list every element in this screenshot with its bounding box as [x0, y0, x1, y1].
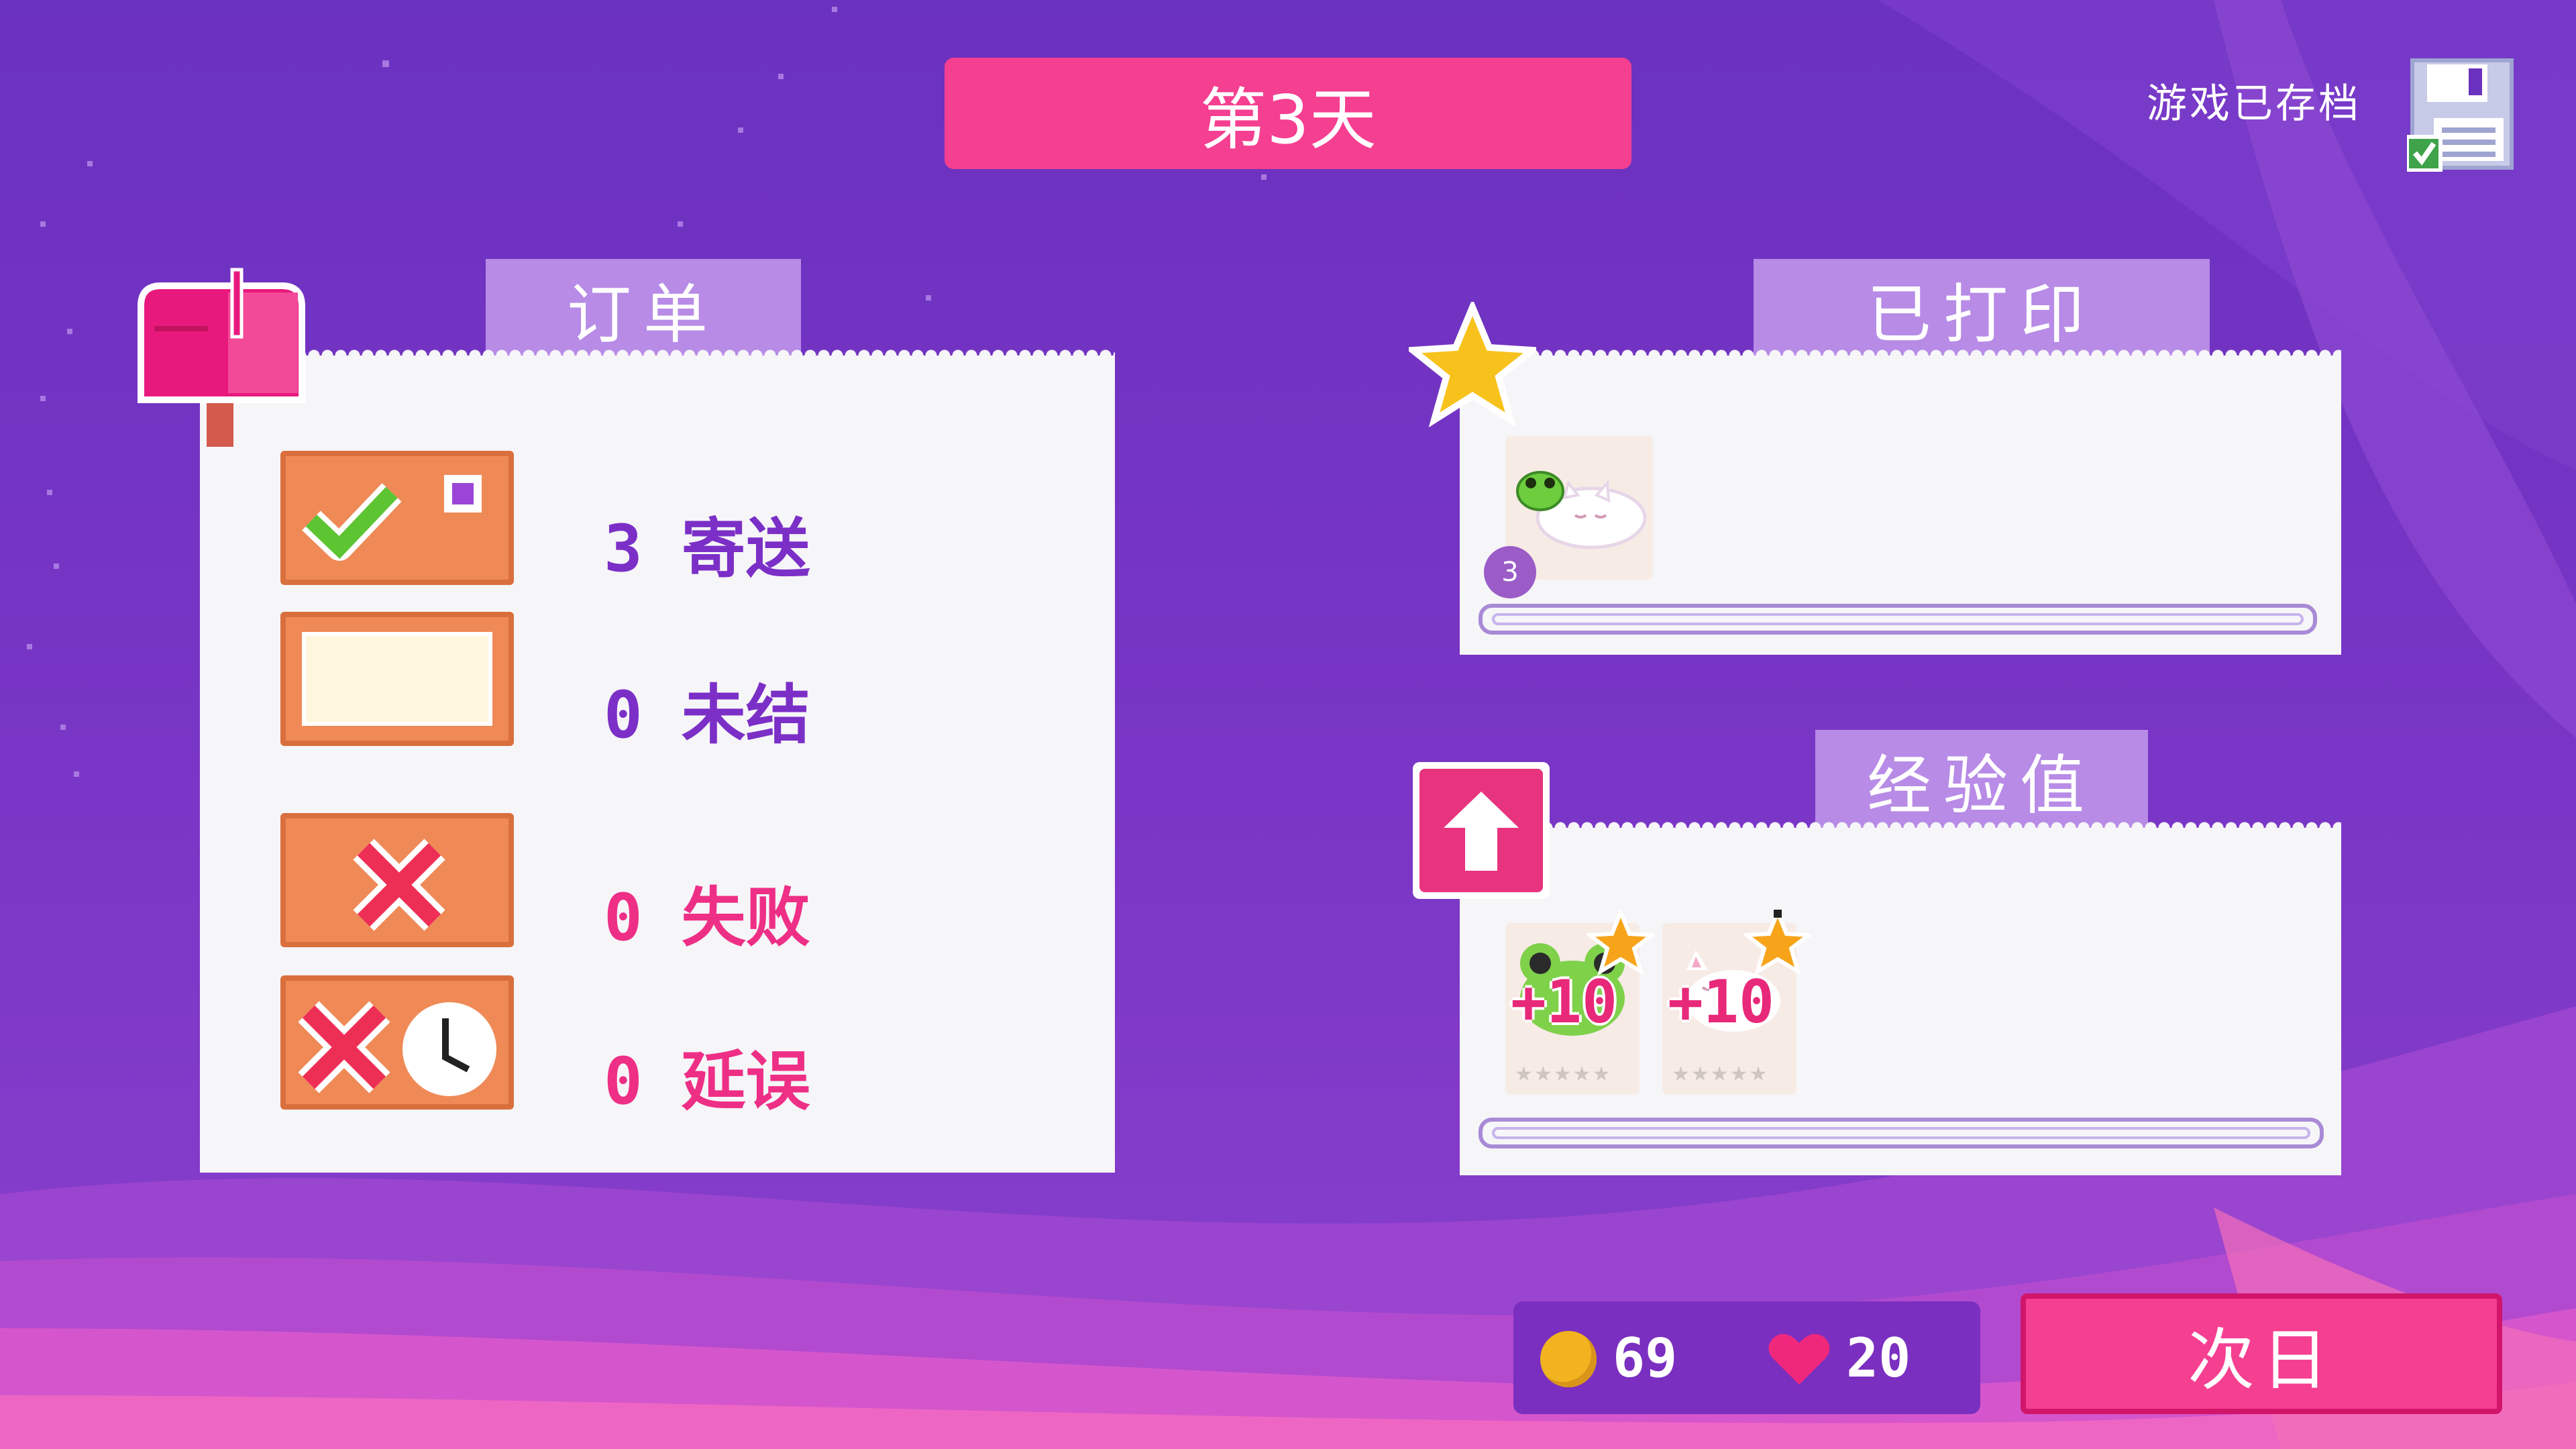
day-title: 第3天: [1199, 80, 1377, 159]
stat-row-late: 0 延误: [604, 1029, 810, 1122]
star-icon: [1409, 302, 1536, 428]
cat-xp-gain: +10: [1668, 967, 1774, 1036]
stat-row-failed: 0 失败: [604, 865, 810, 959]
late-count: 0: [604, 1044, 643, 1119]
printed-tab: 已打印: [1754, 259, 2210, 358]
pending-count: 0: [604, 678, 643, 753]
failed-icon-box: [280, 813, 514, 947]
delivered-label: 寄送: [681, 511, 810, 586]
mailbox-icon: [127, 259, 309, 447]
cross-icon: [353, 839, 445, 931]
check-icon: [302, 483, 402, 561]
heart-icon: [1768, 1334, 1830, 1385]
coin-count: 69: [1613, 1327, 1678, 1389]
star-icon: [1587, 910, 1654, 976]
star-icon: [1744, 910, 1811, 976]
printed-scrollbar[interactable]: [1479, 604, 2317, 635]
cross-icon: [298, 1001, 390, 1093]
clock-icon: [402, 1002, 496, 1096]
next-day-button[interactable]: 次日: [2021, 1293, 2502, 1414]
cat-rating: ★★★★★: [1672, 1063, 1769, 1086]
frog-rating: ★★★★★: [1515, 1063, 1612, 1086]
orders-title: 订单: [567, 276, 720, 352]
frog-xp-gain: +10: [1511, 967, 1617, 1036]
coin-icon: [1540, 1331, 1597, 1387]
day-title-banner: 第3天: [945, 58, 1631, 169]
printed-count-badge: 3: [1484, 546, 1536, 598]
xp-title: 经验值: [1867, 747, 2096, 823]
failed-count: 0: [604, 880, 643, 955]
floppy-disk-icon: [2405, 58, 2514, 172]
level-up-arrow-icon: [1413, 762, 1550, 899]
next-day-label: 次日: [2188, 1320, 2335, 1399]
printed-title: 已打印: [1867, 276, 2096, 352]
pending-icon-box: [280, 612, 514, 746]
stat-row-pending: 0 未结: [604, 663, 810, 756]
xp-scrollbar[interactable]: [1479, 1118, 2324, 1148]
xp-tab: 经验值: [1815, 730, 2148, 829]
frog-cat-sticker-icon: [1516, 471, 1647, 549]
delivered-count: 3: [604, 511, 643, 586]
late-icon-box: [280, 975, 514, 1110]
orders-tab: 订单: [486, 259, 801, 358]
delivered-icon-box: [280, 451, 514, 585]
failed-label: 失败: [681, 880, 810, 955]
pending-label: 未结: [681, 678, 810, 753]
game-saved-text: 游戏已存档: [2147, 80, 2361, 127]
blank-box-icon: [302, 632, 492, 726]
heart-count: 20: [1846, 1327, 1911, 1389]
stat-row-delivered: 3 寄送: [604, 496, 810, 590]
small-square-icon: [444, 475, 482, 513]
late-label: 延误: [681, 1044, 810, 1119]
currency-bar: 69 20: [1513, 1301, 1980, 1414]
